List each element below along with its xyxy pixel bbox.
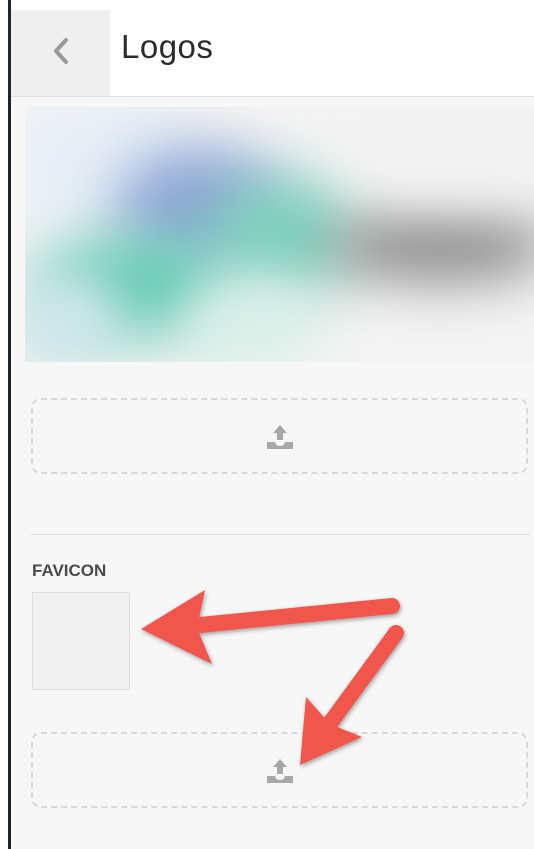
back-button[interactable] [11, 10, 110, 96]
upload-icon [266, 425, 293, 449]
section-divider [31, 534, 530, 535]
logo-upload-zone[interactable] [31, 398, 528, 474]
app-frame: Logos FAVICON [0, 0, 534, 849]
favicon-preview [32, 592, 130, 690]
logos-panel: Logos FAVICON [11, 0, 534, 849]
favicon-upload-zone[interactable] [31, 732, 528, 808]
panel-header: Logos [11, 0, 534, 97]
upload-icon [266, 759, 293, 783]
chevron-left-icon [54, 38, 68, 64]
favicon-label: FAVICON [32, 561, 107, 580]
logo-preview-image [25, 107, 534, 362]
page-title: Logos [121, 28, 214, 65]
